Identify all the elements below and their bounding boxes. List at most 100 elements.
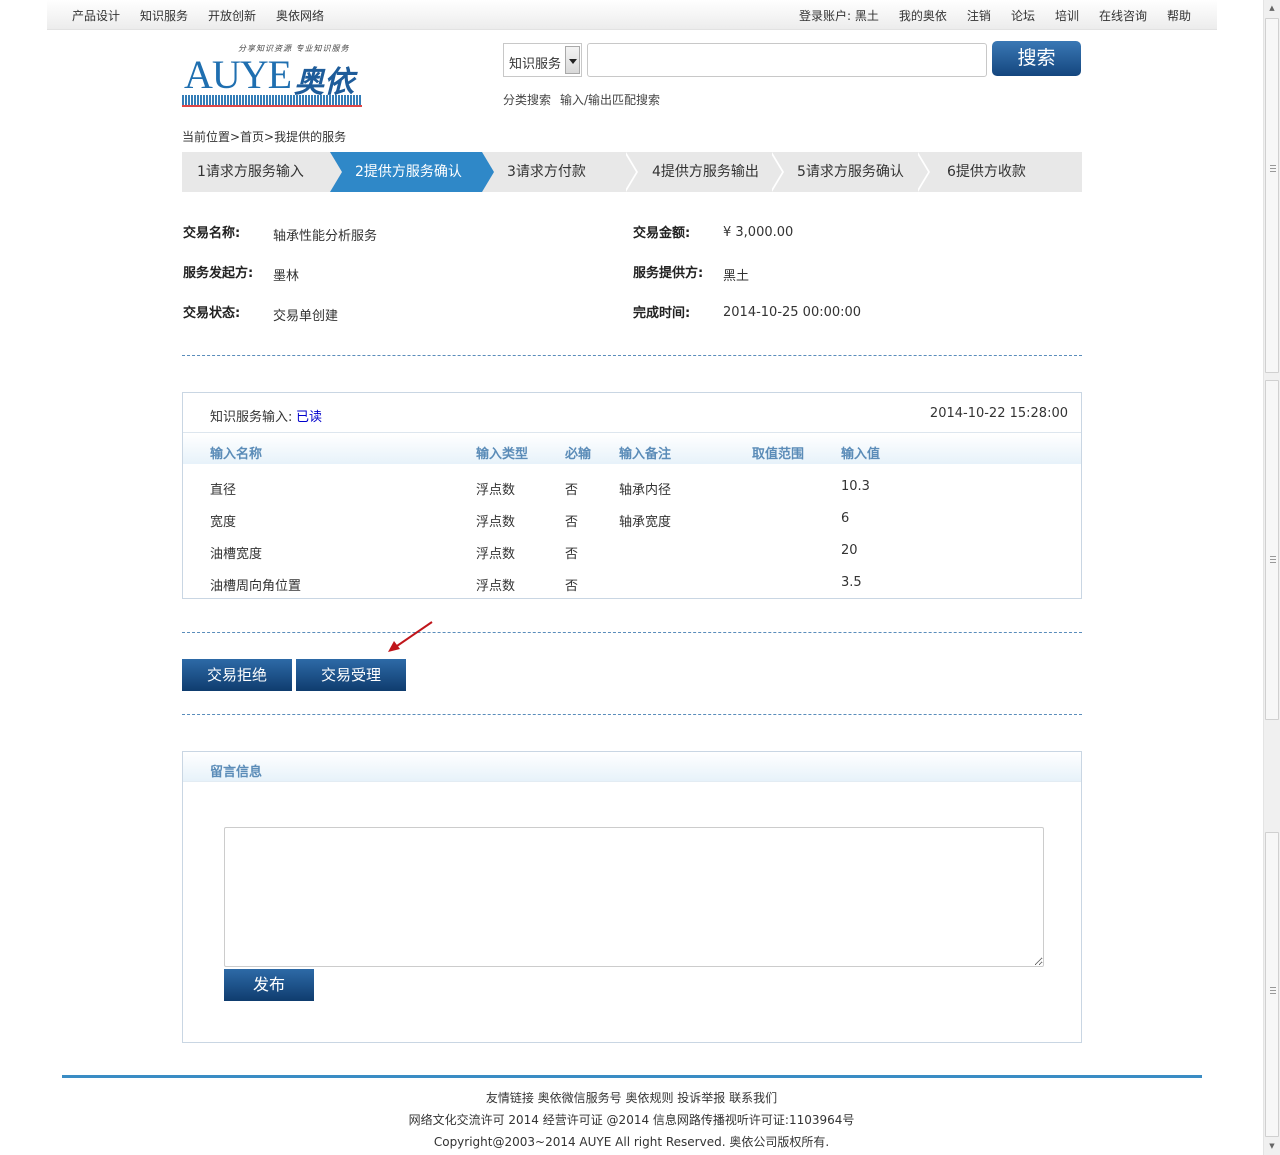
transaction-amount-label: 交易金额:: [633, 226, 691, 241]
cell-value: 3.5: [841, 575, 862, 590]
col-input-note: 输入备注: [619, 447, 672, 462]
logo-brand-en: AUYE: [184, 52, 292, 97]
category-search-link[interactable]: 分类搜索: [503, 91, 551, 108]
cell-note: 轴承内径: [619, 483, 672, 498]
progress-steps: 1请求方服务输入 2提供方服务确认 3请求方付款 4提供方服务输出 5请求方服务…: [182, 152, 1082, 192]
step-6: 6提供方收款: [947, 164, 1026, 180]
accept-transaction-button[interactable]: 交易受理: [296, 659, 406, 691]
page: 产品设计 知识服务 开放创新 奥依网络 登录账户: 黑土 我的奥依 注销 论坛 …: [0, 0, 1280, 1155]
initiator-row: 服务发起方:: [183, 262, 253, 281]
status-row: 交易状态:: [183, 302, 240, 321]
finish-time-label: 完成时间:: [633, 306, 691, 321]
step-2-active: 2提供方服务确认: [355, 164, 462, 180]
read-status-link[interactable]: 已读: [296, 406, 322, 425]
grip-icon: [1270, 987, 1276, 994]
input-panel: 知识服务输入: 已读 2014-10-22 15:28:00 输入名称 输入类型…: [182, 392, 1082, 599]
cell-type: 浮点数: [476, 579, 516, 594]
finish-time-row: 完成时间:: [633, 302, 690, 321]
transaction-name-value: 轴承性能分析服务: [273, 229, 378, 244]
grip-icon: [1270, 556, 1276, 563]
transaction-amount-row: 交易金额:: [633, 222, 690, 241]
status-label: 交易状态:: [183, 306, 241, 321]
message-textarea[interactable]: [224, 827, 1044, 967]
input-panel-title: 知识服务输入:: [210, 410, 293, 425]
search-category-value: 知识服务: [509, 57, 562, 72]
transaction-name-row: 交易名称:: [183, 222, 240, 241]
cell-name: 宽度: [210, 515, 237, 530]
cell-value: 20: [841, 543, 858, 558]
cell-required: 否: [565, 579, 579, 594]
nav-product-design[interactable]: 产品设计: [72, 7, 120, 24]
footer-license: 网络文化交流许可 2014 经营许可证 @2014 信息网路传播视听许可证:11…: [408, 1113, 855, 1127]
cell-note: 轴承宽度: [619, 515, 672, 530]
cell-required: 否: [565, 547, 579, 562]
nav-online-consult[interactable]: 在线咨询: [1099, 7, 1147, 24]
scroll-up-arrow-icon[interactable]: ▲: [1264, 0, 1280, 17]
message-panel-header: 留言信息: [183, 752, 1081, 782]
publish-button[interactable]: 发布: [224, 969, 314, 1001]
nav-help[interactable]: 帮助: [1167, 7, 1191, 24]
nav-open-innovation[interactable]: 开放创新: [208, 7, 256, 24]
step-separator: [916, 152, 928, 192]
cell-type: 浮点数: [476, 547, 516, 562]
nav-training[interactable]: 培训: [1055, 7, 1079, 24]
site-logo[interactable]: 分享知识资源 专业知识服务 AUYE 奥依: [182, 40, 367, 115]
input-panel-timestamp: 2014-10-22 15:28:00: [929, 406, 1068, 421]
message-panel-title: 留言信息: [210, 765, 263, 780]
cell-value: 10.3: [841, 479, 870, 494]
scroll-thumb[interactable]: [1265, 18, 1279, 373]
account-info: 登录账户: 黑土: [799, 7, 879, 24]
footer-links[interactable]: 友情链接 奥依微信服务号 奥依规则 投诉举报 联系我们: [0, 1089, 1263, 1106]
nav-knowledge-service[interactable]: 知识服务: [140, 7, 188, 24]
vertical-scrollbar[interactable]: ▲ ▼: [1263, 0, 1280, 1155]
step-separator: [624, 152, 636, 192]
nav-auye-network[interactable]: 奥依网络: [276, 7, 324, 24]
search-button[interactable]: 搜索: [992, 41, 1081, 76]
cell-name: 直径: [210, 483, 237, 498]
account-label: 登录账户:: [799, 9, 852, 23]
step-separator: [330, 152, 342, 192]
scroll-thumb[interactable]: [1265, 380, 1279, 720]
initiator-label: 服务发起方:: [183, 266, 254, 281]
col-required: 必输: [565, 447, 592, 462]
top-nav-left: 产品设计 知识服务 开放创新 奥依网络: [72, 7, 324, 24]
cell-type: 浮点数: [476, 483, 516, 498]
step-3: 3请求方付款: [507, 164, 586, 180]
nav-logout[interactable]: 注销: [967, 7, 991, 24]
cell-required: 否: [565, 483, 579, 498]
transaction-amount-value: ¥ 3,000.00: [723, 225, 794, 240]
divider: [182, 355, 1082, 356]
account-name[interactable]: 黑土: [855, 9, 879, 23]
col-input-type: 输入类型: [476, 447, 529, 462]
provider-row: 服务提供方:: [633, 262, 703, 281]
nav-my-auye[interactable]: 我的奥依: [899, 7, 947, 24]
top-nav-bar: 产品设计 知识服务 开放创新 奥依网络 登录账户: 黑土 我的奥依 注销 论坛 …: [47, 0, 1217, 30]
col-value-range: 取值范围: [752, 447, 805, 462]
nav-forum[interactable]: 论坛: [1011, 7, 1035, 24]
provider-label: 服务提供方:: [633, 266, 704, 281]
scroll-down-arrow-icon[interactable]: ▼: [1264, 1138, 1280, 1155]
reject-transaction-button[interactable]: 交易拒绝: [182, 659, 292, 691]
chevron-down-icon[interactable]: [565, 46, 580, 74]
message-panel: 留言信息 发布: [182, 751, 1082, 1043]
footer-copyright: Copyright@2003~2014 AUYE All right Reser…: [433, 1135, 830, 1149]
finish-time-value: 2014-10-25 00:00:00: [723, 305, 862, 320]
table-header: 输入名称 输入类型 必输 输入备注 取值范围 输入值: [183, 434, 1081, 464]
search-input[interactable]: [587, 43, 987, 77]
logo-binary-bar: [182, 95, 362, 107]
top-nav-right: 登录账户: 黑土 我的奥依 注销 论坛 培训 在线咨询 帮助: [799, 7, 1191, 24]
scroll-thumb[interactable]: [1265, 832, 1279, 1137]
initiator-value: 墨林: [273, 269, 300, 284]
search-links: 分类搜索 输入/输出匹配搜索: [503, 91, 660, 108]
io-match-search-link[interactable]: 输入/输出匹配搜索: [560, 91, 660, 108]
step-5: 5请求方服务确认: [797, 164, 904, 180]
step-1: 1请求方服务输入: [197, 164, 304, 180]
grip-icon: [1270, 165, 1276, 172]
cell-type: 浮点数: [476, 515, 516, 530]
divider: [182, 714, 1082, 715]
footer-divider: [62, 1075, 1202, 1078]
status-value: 交易单创建: [273, 309, 339, 324]
step-separator: [770, 152, 782, 192]
search-category-select[interactable]: 知识服务: [503, 43, 582, 77]
cell-value: 6: [841, 511, 850, 526]
